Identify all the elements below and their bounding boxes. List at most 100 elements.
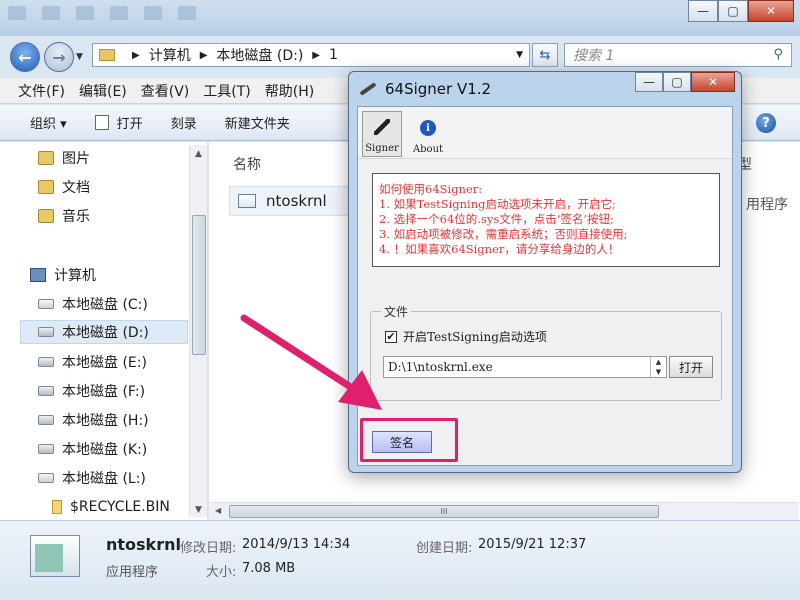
size-label: 大小:	[206, 565, 237, 580]
menu-file[interactable]: 文件(F)	[18, 81, 65, 101]
sidebar-item-label: 图片	[62, 151, 90, 167]
sign-button-highlight	[360, 418, 458, 462]
open-icon	[94, 115, 109, 130]
dropdown-spinner-icon[interactable]: ▲ ▼	[650, 357, 666, 377]
scroll-left-icon[interactable]: ◀	[215, 506, 221, 515]
application-icon	[238, 194, 256, 208]
sidebar-item-music[interactable]: 音乐	[38, 204, 90, 228]
navigation-scrollbar[interactable]: ▲ ▼	[189, 145, 207, 517]
menu-edit[interactable]: 编辑(E)	[79, 81, 127, 101]
menu-view[interactable]: 查看(V)	[141, 81, 190, 101]
checkbox-label: 开启TestSigning启动选项	[403, 330, 547, 344]
sidebar-item-label: 音乐	[62, 209, 90, 225]
sidebar-item-drive-d[interactable]: 本地磁盘 (D:)	[20, 320, 188, 344]
scroll-up-icon[interactable]: ▲	[195, 149, 202, 159]
sidebar-item-label: 本地磁盘 (E:)	[62, 355, 147, 371]
breadcrumb-computer[interactable]: 计算机	[149, 45, 191, 65]
drive-icon	[38, 386, 54, 396]
folder-icon	[99, 49, 115, 61]
dialog-window-controls: — ▢ ✕	[635, 72, 735, 92]
instructions-box: 如何使用64Signer: 1. 如果TestSigning启动选项未开启，开启…	[372, 173, 720, 267]
drive-icon	[38, 473, 54, 483]
sidebar-item-documents[interactable]: 文档	[38, 175, 90, 199]
about-tab[interactable]: i About	[408, 111, 448, 157]
address-bar[interactable]: ▶ 计算机 ▶ 本地磁盘 (D:) ▶ 1 ▼	[92, 43, 530, 67]
help-icon[interactable]: ?	[756, 113, 776, 133]
details-pane: ntoskrnl 应用程序 修改日期: 2014/9/13 14:34 创建日期…	[0, 520, 800, 600]
checkbox-checked-icon[interactable]: ✔	[385, 330, 397, 343]
list-item[interactable]: ntoskrnl	[229, 186, 349, 216]
sidebar-item-drive-c[interactable]: 本地磁盘 (C:)	[38, 292, 148, 316]
about-tab-label: About	[412, 144, 444, 155]
sidebar-item-label: 计算机	[54, 268, 96, 284]
modified-date: 2014/9/13 14:34	[242, 537, 351, 552]
minimize-button[interactable]: —	[688, 0, 718, 22]
testsigning-checkbox[interactable]: ✔ 开启TestSigning启动选项	[385, 328, 547, 345]
breadcrumb-drive-d[interactable]: 本地磁盘 (D:)	[216, 45, 303, 65]
minimize-button[interactable]: —	[635, 72, 663, 92]
menu-tools[interactable]: 工具(T)	[203, 81, 250, 101]
open-file-button[interactable]: 打开	[669, 356, 713, 378]
sidebar-item-label: $RECYCLE.BIN	[70, 499, 170, 515]
column-header-name[interactable]: 名称	[233, 154, 261, 174]
maximize-button[interactable]: ▢	[663, 72, 691, 92]
faded-toolbar	[8, 6, 308, 28]
burn-command[interactable]: 刻录	[171, 113, 197, 132]
scrollbar-thumb[interactable]	[192, 215, 206, 355]
sidebar-item-drive-f[interactable]: 本地磁盘 (F:)	[38, 379, 145, 403]
instruction-line: 3. 如启动项被修改，需重启系统；否则直接使用;	[379, 227, 628, 241]
scroll-down-icon[interactable]: ▼	[195, 505, 202, 515]
file-path-value: D:\1\ntoskrnl.exe	[388, 360, 493, 374]
instruction-line: 2. 选择一个64位的.sys文件，点击‘签名’按钮;	[379, 212, 614, 226]
search-placeholder: 搜索 1	[573, 48, 615, 64]
refresh-button[interactable]: ⇆	[532, 43, 558, 67]
horizontal-scrollbar[interactable]: ◀ III	[209, 502, 799, 520]
signer-tab-label: Signer	[365, 143, 399, 154]
signer-tab[interactable]: Signer	[362, 111, 402, 157]
instruction-line: 1. 如果TestSigning启动选项未开启，开启它;	[379, 197, 616, 211]
address-row: ← → ▼ ▶ 计算机 ▶ 本地磁盘 (D:) ▶ 1 ▼ ⇆ 搜索 1 ⚲	[0, 38, 800, 74]
scrollbar-thumb[interactable]: III	[229, 505, 659, 518]
dialog-title: 64Signer V1.2	[359, 80, 491, 98]
sidebar-item-drive-e[interactable]: 本地磁盘 (E:)	[38, 350, 147, 374]
sidebar-item-pictures[interactable]: 图片	[38, 146, 90, 170]
open-command[interactable]: 打开	[94, 113, 143, 132]
pen-icon	[374, 119, 390, 135]
breadcrumb-separator[interactable]: ▶	[312, 50, 320, 61]
maximize-button[interactable]: ▢	[718, 0, 748, 22]
music-icon	[38, 209, 54, 223]
drive-icon	[38, 299, 54, 309]
sidebar-item-label: 本地磁盘 (L:)	[62, 471, 146, 487]
organize-button[interactable]: 组织 ▾	[30, 113, 67, 132]
close-button[interactable]: ✕	[691, 72, 735, 92]
new-folder-command[interactable]: 新建文件夹	[225, 113, 290, 132]
address-dropdown-icon[interactable]: ▼	[516, 50, 523, 60]
forward-button[interactable]: →	[44, 42, 74, 72]
details-file-name: ntoskrnl	[106, 535, 181, 554]
file-type: 用程序	[746, 197, 788, 213]
sidebar-item-label: 本地磁盘 (K:)	[62, 442, 148, 458]
sidebar-item-drive-h[interactable]: 本地磁盘 (H:)	[38, 408, 149, 432]
search-input[interactable]: 搜索 1 ⚲	[564, 43, 792, 67]
breadcrumb-separator[interactable]: ▶	[132, 50, 140, 61]
sidebar-item-drive-k[interactable]: 本地磁盘 (K:)	[38, 437, 147, 461]
sidebar-item-label: 本地磁盘 (F:)	[62, 384, 146, 400]
back-button[interactable]: ←	[10, 42, 40, 72]
created-date: 2015/9/21 12:37	[478, 537, 587, 552]
menu-help[interactable]: 帮助(H)	[265, 81, 314, 101]
recent-pages-dropdown[interactable]: ▼	[76, 52, 83, 62]
sidebar-item-recycle-bin[interactable]: $RECYCLE.BIN	[52, 495, 170, 519]
info-icon: i	[420, 120, 436, 136]
dialog-toolbar: Signer i About	[358, 107, 732, 159]
breadcrumb-folder-1[interactable]: 1	[329, 47, 338, 63]
search-icon[interactable]: ⚲	[773, 47, 783, 62]
close-button[interactable]: ✕	[748, 0, 794, 22]
open-command-label: 打开	[116, 117, 143, 132]
sidebar-item-computer[interactable]: 计算机	[30, 263, 96, 287]
file-groupbox: 文件 ✔ 开启TestSigning启动选项 D:\1\ntoskrnl.exe…	[370, 303, 722, 401]
breadcrumb-separator[interactable]: ▶	[200, 50, 208, 61]
computer-icon	[30, 268, 46, 282]
sidebar-item-drive-l[interactable]: 本地磁盘 (L:)	[38, 466, 146, 490]
file-path-combobox[interactable]: D:\1\ntoskrnl.exe ▲ ▼	[383, 356, 667, 378]
file-size: 7.08 MB	[242, 561, 296, 576]
